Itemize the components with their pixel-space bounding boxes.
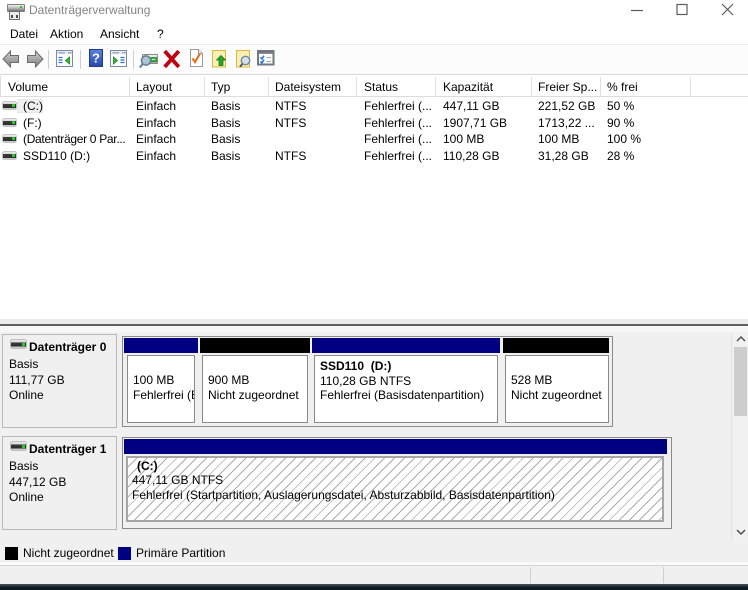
- svg-text:?: ?: [92, 51, 100, 66]
